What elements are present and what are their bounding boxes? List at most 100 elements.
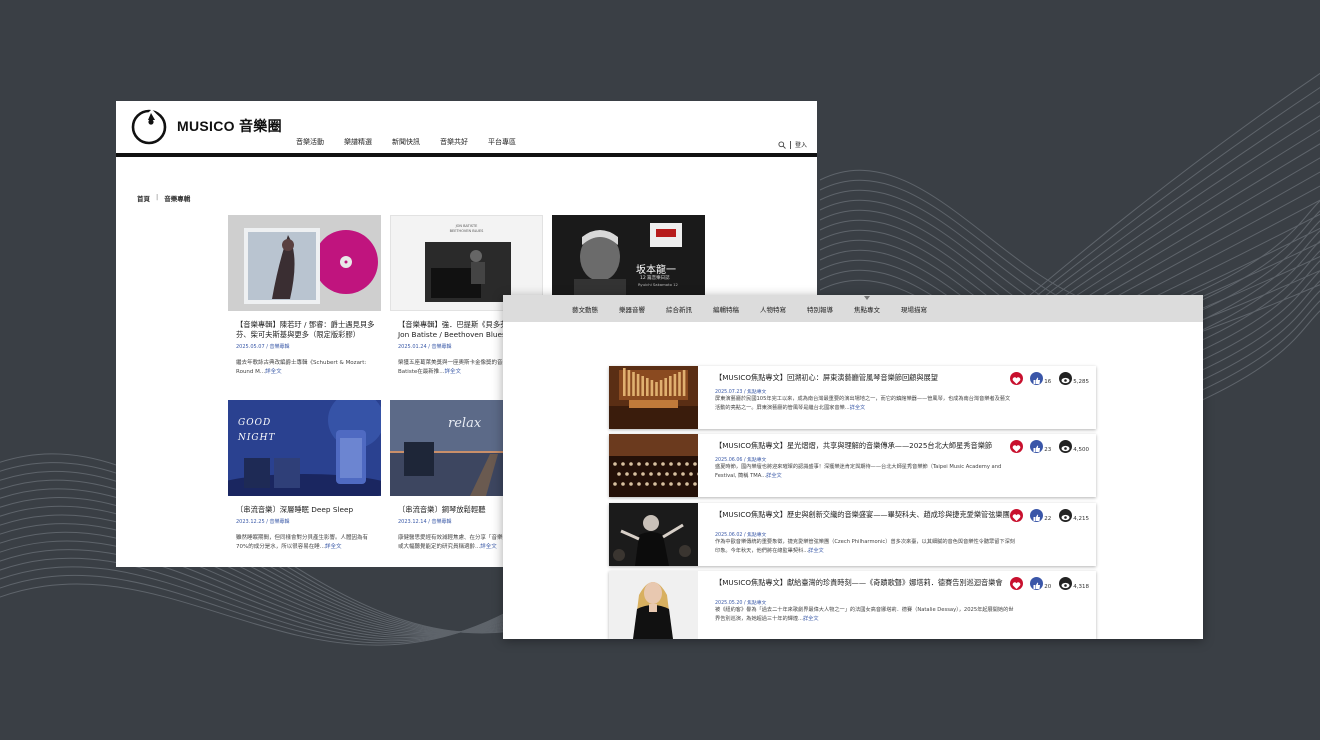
eye-icon	[1059, 577, 1073, 590]
cover-title: 坂本龍一	[636, 265, 676, 276]
breadcrumb-home[interactable]: 首頁	[137, 193, 150, 203]
article-title[interactable]: 【MUSICO焦點專文】歷史與創新交織的音樂盛宴——畢契科夫、趙成珍與捷克愛樂管…	[715, 509, 1015, 520]
like-count: 16	[1044, 379, 1052, 385]
read-more-link[interactable]: 詳全文	[480, 544, 497, 550]
read-more-link[interactable]: 詳全文	[766, 473, 782, 479]
nav-item-focus[interactable]: 焦點專文	[854, 295, 880, 314]
heart-icon[interactable]	[1010, 509, 1024, 522]
article-meta: 2025.05.20 / 焦點專文	[715, 601, 767, 606]
orchestra-player	[657, 472, 661, 476]
nav-item-scores[interactable]: 樂譜精選	[344, 137, 372, 147]
heart-icon[interactable]	[1010, 372, 1024, 385]
article-thumb-concert-hall[interactable]	[609, 366, 698, 429]
heart-icon[interactable]	[1010, 440, 1024, 453]
card-title[interactable]: 〔串流音樂〕深層睡眠 Deep Sleep	[228, 505, 381, 515]
article-stats: 16 5,285	[1010, 372, 1089, 385]
orchestra-player	[693, 482, 697, 486]
read-more-link[interactable]: 詳全文	[444, 369, 461, 375]
heart-icon[interactable]	[1010, 577, 1024, 590]
breadcrumb-current: 音樂專輯	[164, 195, 191, 203]
nav-item-people[interactable]: 人物特寫	[760, 304, 786, 314]
nav-item-arts[interactable]: 藝文動態	[572, 304, 598, 314]
article-thumb-orchestra[interactable]	[609, 434, 698, 497]
orchestra-player	[629, 462, 633, 466]
eye-icon	[1059, 440, 1073, 453]
nav-item-editorial[interactable]: 編輯特稿	[713, 304, 739, 314]
card-title[interactable]: 【音樂專輯】陳若玗 / 鄧睿：爵士遇見貝多芬、柴可夫斯基與更多（限定版彩膠）	[228, 320, 381, 340]
read-more-link[interactable]: 詳全文	[265, 369, 282, 375]
nav-item-special[interactable]: 特別報導	[807, 304, 833, 314]
orchestra-player	[685, 482, 689, 486]
article-title[interactable]: 【MUSICO焦點專文】獻給臺灣的珍貴時刻——《奇蹟歌聲》娜塔莉．德賽告別巡迴音…	[715, 577, 1015, 588]
article-item[interactable]: 【MUSICO焦點專文】獻給臺灣的珍貴時刻——《奇蹟歌聲》娜塔莉．德賽告別巡迴音…	[609, 571, 1096, 639]
read-more-link[interactable]: 詳全文	[325, 544, 342, 550]
orchestra-player	[693, 462, 697, 466]
orchestra-player	[637, 462, 641, 466]
nav-item-community[interactable]: 音樂共好	[440, 137, 468, 147]
thumbs-up-icon[interactable]	[1030, 372, 1044, 385]
article-title[interactable]: 【MUSICO焦點專文】星光熠熠，共享與理解的音樂傳承——2025台北大師星秀音…	[715, 440, 1015, 451]
orchestra-player	[665, 472, 669, 476]
card-desc-text: 雖然睡眠期間，但同樣會對分貝產生影響。人體因為有70%的成分是水，所以很容易在睡…	[236, 535, 369, 550]
read-more-link[interactable]: 詳全文	[803, 616, 819, 622]
divider	[789, 140, 791, 149]
card-desc-text: 繼去年歌詠古典改編爵士專輯《Schubert & Mozart: Round M…	[236, 360, 367, 375]
album-cover-deep-sleep[interactable]: GOOD NIGHT	[228, 400, 381, 496]
article-item[interactable]: 【MUSICO焦點專文】回溯初心：屏東演藝廳管風琴音樂節回顧與展望 2025.0…	[609, 366, 1096, 429]
organ-pipe	[650, 380, 654, 396]
nav-item-platform[interactable]: 平台專區	[488, 137, 516, 147]
orchestra-player	[681, 472, 685, 476]
nav-item-general[interactable]: 綜合新訊	[666, 304, 692, 314]
orchestra-player	[637, 482, 641, 486]
orchestra-player	[669, 482, 673, 486]
card-meta: 2023.12.25 / 音樂專輯	[236, 519, 290, 525]
cover-text: GOOD NIGHT	[238, 418, 276, 443]
organ-pipe	[646, 378, 649, 396]
article-thumb-singer[interactable]	[609, 571, 698, 639]
orchestra-player	[685, 462, 689, 466]
thumbs-up-icon[interactable]	[1030, 440, 1044, 453]
card-meta: 2025.05.07 / 音樂專輯	[236, 344, 290, 350]
album-cover-vinyl[interactable]	[228, 215, 381, 311]
organ-pipe	[682, 370, 686, 396]
thumbs-up-icon[interactable]	[1030, 509, 1044, 522]
orchestra-player	[617, 472, 621, 476]
eye-icon	[1059, 372, 1073, 385]
orchestra-player	[677, 482, 681, 486]
thumbs-up-icon[interactable]	[1030, 577, 1044, 590]
organ-pipe	[641, 376, 644, 396]
orchestra-player	[613, 462, 617, 466]
login-link[interactable]: 登入	[795, 140, 807, 149]
search-icon[interactable]	[778, 140, 786, 149]
article-desc: 作為中歐音樂傳統的重要象徵，捷克愛樂管弦樂團（Czech Philharmoni…	[715, 538, 1015, 556]
orchestra-player	[653, 462, 657, 466]
nav-item-news[interactable]: 新聞快訊	[392, 137, 420, 147]
album-card[interactable]: GOOD NIGHT 〔串流音樂〕深層睡眠 Deep Sleep 2023.12…	[228, 400, 381, 552]
focus-articles-window: 藝文動態 樂器音響 綜合新訊 編輯特稿 人物特寫 特別報導 焦點專文 現場描寫 …	[503, 295, 1203, 639]
organ-pipe	[659, 380, 663, 396]
article-title[interactable]: 【MUSICO焦點專文】回溯初心：屏東演藝廳管風琴音樂節回顧與展望	[715, 372, 1005, 383]
card-desc: 雖然睡眠期間，但同樣會對分貝產生影響。人體因為有70%的成分是水，所以很容易在睡…	[228, 534, 381, 552]
cover-subtitle: 12 篇音樂日誌	[640, 276, 670, 281]
header-bar	[116, 153, 817, 157]
read-more-link[interactable]: 詳全文	[850, 405, 866, 411]
nav-item-instruments[interactable]: 樂器音響	[619, 304, 645, 314]
article-item[interactable]: 【MUSICO焦點專文】星光熠熠，共享與理解的音樂傳承——2025台北大師星秀音…	[609, 434, 1096, 497]
album-card[interactable]: 【音樂專輯】陳若玗 / 鄧睿：爵士遇見貝多芬、柴可夫斯基與更多（限定版彩膠） 2…	[228, 215, 381, 377]
read-more-link[interactable]: 詳全文	[808, 548, 824, 554]
orchestra-image	[609, 434, 698, 497]
orchestra-player	[669, 462, 673, 466]
article-desc: 盛夏時節，國內樂壇也將迎來璀璨的認識盛事！深獲樂迷肯定與期待——台北大師星秀音樂…	[715, 463, 1015, 481]
orchestra-player	[661, 482, 665, 486]
article-thumb-conductor[interactable]	[609, 503, 698, 566]
site-logo[interactable]: MUSICO 音樂圈	[130, 107, 282, 145]
nav-item-events[interactable]: 音樂活動	[296, 137, 324, 147]
article-desc-text: 作為中歐音樂傳統的重要象徵，捷克愛樂管弦樂團（Czech Philharmoni…	[715, 539, 1015, 554]
article-item[interactable]: 【MUSICO焦點專文】歷史與創新交織的音樂盛宴——畢契科夫、趙成珍與捷克愛樂管…	[609, 503, 1096, 566]
category-nav: 藝文動態 樂器音響 綜合新訊 編輯特稿 人物特寫 特別報導 焦點專文 現場描寫	[503, 295, 1203, 322]
organ-pipe	[673, 374, 677, 396]
nav-item-live[interactable]: 現場描寫	[901, 304, 927, 314]
organ-pipe	[636, 374, 640, 396]
main-nav: 音樂活動 樂譜精選 新聞快訊 音樂共好 平台專區	[296, 137, 536, 147]
view-count: 4,215	[1073, 516, 1089, 522]
